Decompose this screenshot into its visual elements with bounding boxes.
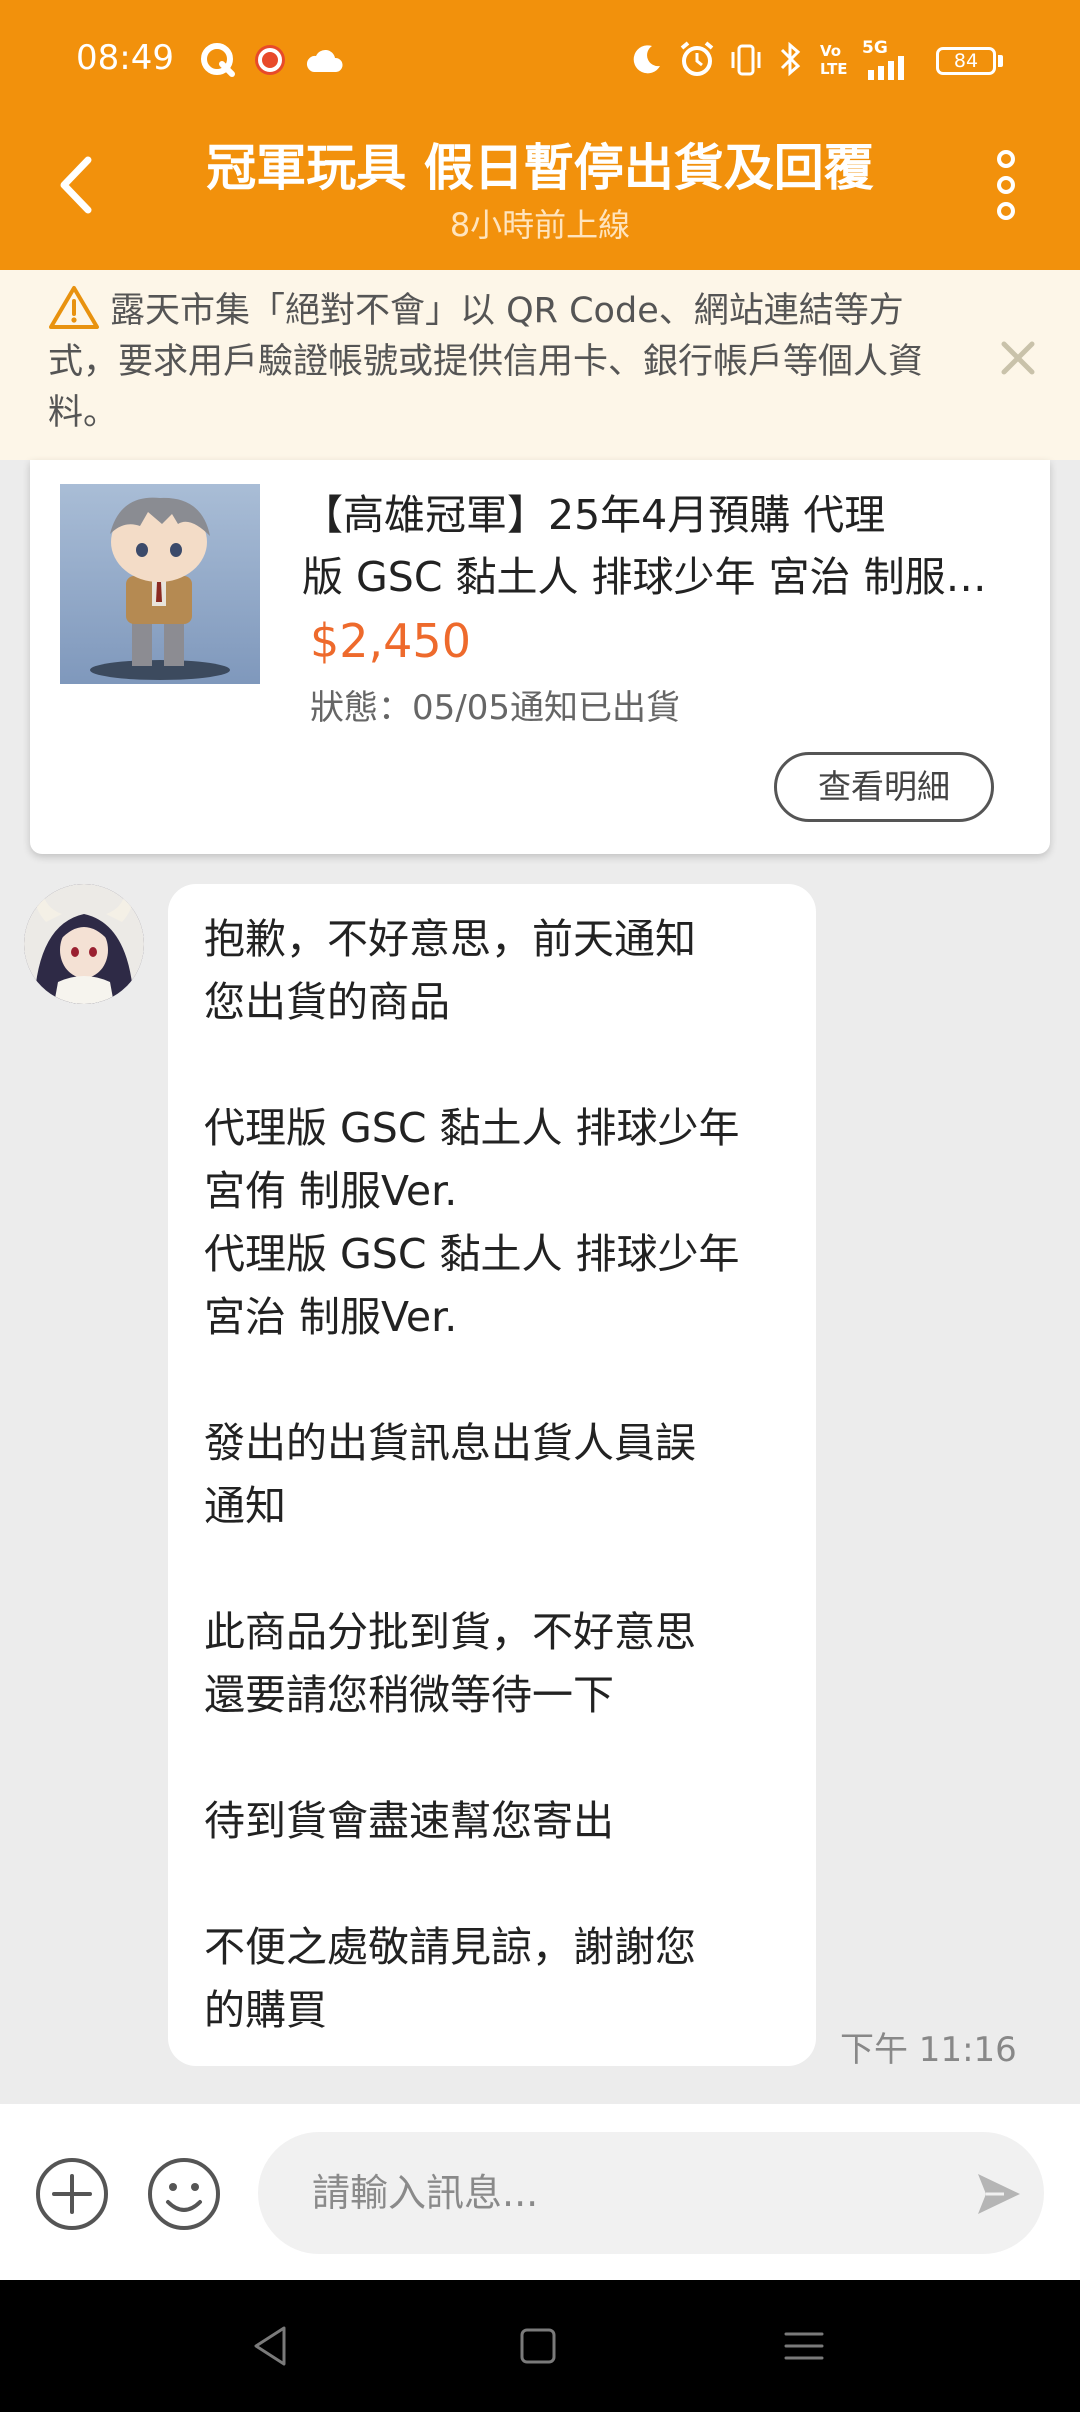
message-line: 代理版 GSC 黏土人 排球少年 [204, 1230, 740, 1278]
send-icon[interactable] [974, 2170, 1024, 2218]
message-line: 宮侑 制服Ver. [204, 1167, 458, 1215]
home-square-icon[interactable] [510, 2318, 566, 2374]
message-line [204, 1727, 804, 1790]
message-line [204, 1034, 804, 1097]
message-timestamp: 下午 11:16 [840, 2030, 1017, 2070]
product-title-line: 【高雄冠軍】25年4月預購 代理 [302, 491, 886, 539]
more-options-button[interactable] [986, 148, 1026, 222]
bluetooth-icon [780, 41, 801, 77]
product-title[interactable]: 【高雄冠軍】25年4月預購 代理 版 GSC 黏土人 排球少年 宮治 制服Ver… [302, 484, 992, 608]
message-line: 通知 [204, 1482, 286, 1530]
message-line [204, 1349, 804, 1412]
signal-icon [868, 56, 904, 80]
online-status: 8小時前上線 [449, 206, 631, 244]
close-warning-button[interactable] [996, 336, 1040, 380]
recents-menu-icon[interactable] [776, 2318, 832, 2374]
back-triangle-icon[interactable] [244, 2318, 300, 2374]
message-line: 不便之處敬請見諒，謝謝您 [204, 1923, 696, 1971]
avatar-image [24, 884, 144, 1004]
back-button[interactable] [48, 150, 108, 220]
message-line: 代理版 GSC 黏土人 排球少年 [204, 1104, 740, 1152]
message-text: 抱歉，不好意思，前天通知 您出貨的商品 代理版 GSC 黏土人 排球少年 宮侑 … [204, 908, 804, 2042]
volte-icon: Vo LTE [820, 42, 848, 78]
view-details-button[interactable]: 查看明細 [774, 752, 994, 822]
moon-icon [633, 45, 660, 74]
order-status: 狀態：05/05通知已出貨 [310, 688, 680, 728]
product-price: $2,450 [310, 614, 471, 668]
message-line: 您出貨的商品 [204, 978, 450, 1026]
seller-avatar[interactable] [24, 884, 144, 1004]
message-line: 還要請您稍微等待一下 [204, 1671, 614, 1719]
battery-icon: 84 [936, 47, 996, 75]
message-line: 的購買 [204, 1986, 327, 2034]
vibrate-icon [731, 44, 761, 76]
product-title-line: 版 GSC 黏土人 排球少年 宮治 制服Ver. [302, 553, 992, 601]
svg-text:Vo: Vo [820, 42, 841, 60]
message-line [204, 1538, 804, 1601]
q-app-icon [201, 43, 235, 77]
status-time: 08:49 [76, 38, 174, 78]
message-line [204, 1853, 804, 1916]
status-bar: 08:49 Vo LTE 5G 84 [0, 0, 1080, 120]
message-line: 待到貨會盡速幫您寄出 [204, 1797, 614, 1845]
battery-tip [998, 55, 1003, 67]
smiley-icon[interactable] [146, 2156, 222, 2232]
figure-image [90, 497, 230, 680]
message-line: 此商品分批到貨，不好意思 [204, 1608, 696, 1656]
message-line: 抱歉，不好意思，前天通知 [204, 915, 696, 963]
alarm-icon [680, 41, 714, 76]
message-line: 宮治 制服Ver. [204, 1293, 458, 1341]
cloud-icon [306, 49, 343, 72]
product-image[interactable] [60, 484, 260, 684]
ring-app-icon [255, 45, 285, 75]
message-line: 發出的出貨訊息出貨人員誤 [204, 1419, 696, 1467]
svg-text:LTE: LTE [820, 60, 848, 78]
message-input[interactable] [258, 2132, 1044, 2254]
plus-circle-icon[interactable] [34, 2156, 110, 2232]
warning-text: 露天市集「絕對不會」以 QR Code、網站連結等方式，要求用戶驗證帳號或提供信… [48, 291, 924, 433]
chat-title: 冠軍玩具 假日暫停出貨及回覆 [206, 139, 874, 197]
